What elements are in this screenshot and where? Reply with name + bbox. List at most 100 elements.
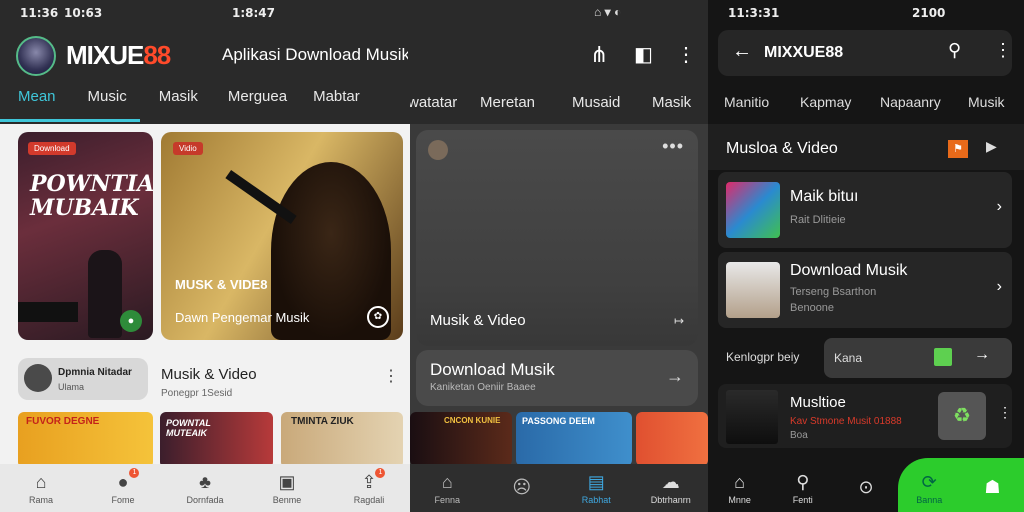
p2-thumb-1[interactable]: CNCON KUNIE <box>410 412 512 466</box>
tab-mean[interactable]: Mean <box>18 88 56 122</box>
hero-subtitle: MUSK & VIDE8 <box>175 277 268 292</box>
tab-music[interactable]: Music <box>88 88 127 122</box>
hero-badge: Download <box>28 142 76 155</box>
action-bar: Kenlogpr beiy Kana → <box>718 338 1012 378</box>
status-extra: 10:63 <box>64 6 103 20</box>
nav-share[interactable]: ⇪ Ragdali 1 <box>328 464 410 512</box>
track-sub: Kav Stmone Musit 01888 <box>790 416 902 427</box>
play-badge-icon[interactable]: ● <box>120 310 142 332</box>
tab-manitio[interactable]: Manitio <box>724 94 769 110</box>
app-logo <box>16 36 56 76</box>
tab-masik-2[interactable]: Masik <box>652 94 691 111</box>
card-title: Musik & Video <box>430 312 526 329</box>
artist-avatar <box>24 364 52 392</box>
section-title: Musloa & Video <box>726 140 838 157</box>
row-title: Musik & Video <box>161 366 257 383</box>
row-menu-icon[interactable]: ⋮ <box>383 366 399 386</box>
track-sub2: Boa <box>790 430 808 441</box>
search-bar[interactable]: ← MIXXUE88 ⚲ ⋮ <box>718 30 1012 76</box>
track-more-icon[interactable]: ⋮ <box>998 404 1012 421</box>
track-title: Musltioe <box>790 394 846 411</box>
flag-icon[interactable]: ⚑ <box>948 140 968 158</box>
panel-home: 11:36 10:63 1:8:47 MIXUE88 Aplikasi Down… <box>0 0 410 512</box>
action-label: Kenlogpr beiy <box>726 350 800 364</box>
nav-home[interactable]: ⌂ Rama <box>0 464 82 512</box>
list-item[interactable]: Download Musik Terseng Bsarthon Benoone … <box>718 252 1012 328</box>
share-icon: ⇪ <box>361 471 377 492</box>
tab-napaanry[interactable]: Napaanry <box>880 94 941 110</box>
forward-arrow-icon[interactable]: → <box>974 346 990 364</box>
people-icon: ● <box>117 471 129 492</box>
thumb-2[interactable]: POWNTAL MUTEAIK <box>160 412 273 468</box>
home-icon: ⌂ <box>35 471 47 492</box>
app-name: MIXUE88 <box>66 40 171 70</box>
download-row[interactable]: Download Musik Kaniketan Oeniir Baaee → <box>416 350 698 406</box>
app-name-3: MIXXUE88 <box>764 44 844 61</box>
kana-input[interactable]: Kana → <box>824 338 1012 378</box>
tab-merguea[interactable]: Merguea <box>228 88 287 122</box>
more-icon-3[interactable]: ⋮ <box>994 40 1012 61</box>
nav-search-3[interactable]: ⚲ Fenti <box>771 464 834 512</box>
nav-profile-2[interactable]: ☁ Dbtrhanrn <box>634 464 709 512</box>
nav-circle-3[interactable]: ⊙ <box>834 464 897 512</box>
list-item-art <box>726 182 780 238</box>
list-item-sub: Terseng Bsarthon <box>790 286 877 298</box>
download-title: Download Musik <box>430 360 555 379</box>
nav-chat-3[interactable]: ☗ <box>961 464 1024 512</box>
speaker-icon[interactable]: ◧ <box>634 42 653 67</box>
nav-download[interactable]: ♣ Dornfada <box>164 464 246 512</box>
tab-meretan[interactable]: Meretan <box>480 94 535 111</box>
card-avatar <box>428 140 448 160</box>
nav-banna[interactable]: ⟳ Banna <box>898 464 961 512</box>
nav-face-2[interactable]: ☹ <box>485 464 560 512</box>
kana-input-text: Kana <box>834 351 863 365</box>
nav-home-2[interactable]: ⌂ Fenna <box>410 464 485 512</box>
download-icon: ♣ <box>199 471 211 492</box>
hero-title: POWNTIAL MUBAIK <box>30 171 153 221</box>
nav-label: Fome <box>111 494 135 505</box>
arrow-right-icon[interactable]: → <box>666 366 684 387</box>
tab-musaid[interactable]: Musaid <box>572 94 620 111</box>
play-icon[interactable]: ▶ <box>986 138 997 155</box>
tab-masik[interactable]: Masik <box>159 88 198 122</box>
thumb-3[interactable]: TMINTA ZIUK <box>281 412 403 468</box>
section-header: Musloa & Video ⚑ ▶ <box>708 124 1024 170</box>
hero-card-right[interactable]: Vidio MUSK & VIDE8 Dawn Pengemar Musik ✿ <box>161 132 403 340</box>
list-item[interactable]: Maik bituı Rait Dlitieie › <box>718 172 1012 248</box>
p2-thumb-3[interactable] <box>636 412 708 466</box>
search-icon[interactable]: ⚲ <box>948 40 961 61</box>
tab-pwatatar[interactable]: Pwatatar <box>410 94 457 111</box>
bottom-nav-2: ⌂ Fenna ☹ ▤ Rabhat ☁ Dbtrhanrn <box>410 464 708 512</box>
hero-card-left[interactable]: Download POWNTIAL MUBAIK ● <box>18 132 153 340</box>
tab-musik-3[interactable]: Musik <box>968 94 1005 110</box>
more-icon[interactable]: ⋮ <box>676 42 696 67</box>
status-right-3: 2100 <box>912 6 946 20</box>
tab-kapmay[interactable]: Kapmay <box>800 94 851 110</box>
nav-rabhat[interactable]: ▤ Rabhat <box>559 464 634 512</box>
share-icon[interactable]: ⋔ <box>590 42 608 68</box>
thumb-1-label: FUVOR DEGNE <box>26 416 100 427</box>
card-arrow-icon[interactable]: ↦ <box>674 314 684 328</box>
recycle-icon[interactable]: ♻ <box>938 392 986 440</box>
share-circle-icon[interactable]: ✿ <box>367 306 389 328</box>
artist-chip[interactable]: Dpmnia Nitadar Ulama <box>18 358 148 400</box>
chevron-right-icon[interactable]: › <box>997 278 1002 296</box>
card-more-icon[interactable]: ••• <box>662 136 684 157</box>
nav-fome[interactable]: ● Fome 1 <box>82 464 164 512</box>
track-item[interactable]: Musltioe Kav Stmone Musit 01888 Boa ♻ ⋮ <box>718 384 1012 448</box>
p2-thumb-2[interactable]: PASSONG DEEM <box>516 412 632 466</box>
media-card[interactable]: ••• Musik & Video ↦ <box>416 130 698 346</box>
home-icon: ⌂ <box>734 471 746 492</box>
refresh-icon: ⟳ <box>921 471 937 492</box>
nav-library[interactable]: ▣ Benme <box>246 464 328 512</box>
singer-figure <box>88 250 122 338</box>
green-flag-icon[interactable] <box>934 348 952 366</box>
back-arrow-icon[interactable]: ← <box>732 40 752 63</box>
chevron-right-icon[interactable]: › <box>997 198 1002 216</box>
keyboard-image <box>18 302 78 322</box>
thumb-1[interactable]: FUVOR DEGNE <box>18 412 153 468</box>
page-title: Aplikasi Download Musik Terbaik Musik <box>222 45 408 64</box>
tab-mabtar[interactable]: Mabtar <box>313 88 360 122</box>
nav-home-3[interactable]: ⌂ Mnne <box>708 464 771 512</box>
p2-thumb-1-label: CNCON KUNIE <box>444 416 501 425</box>
